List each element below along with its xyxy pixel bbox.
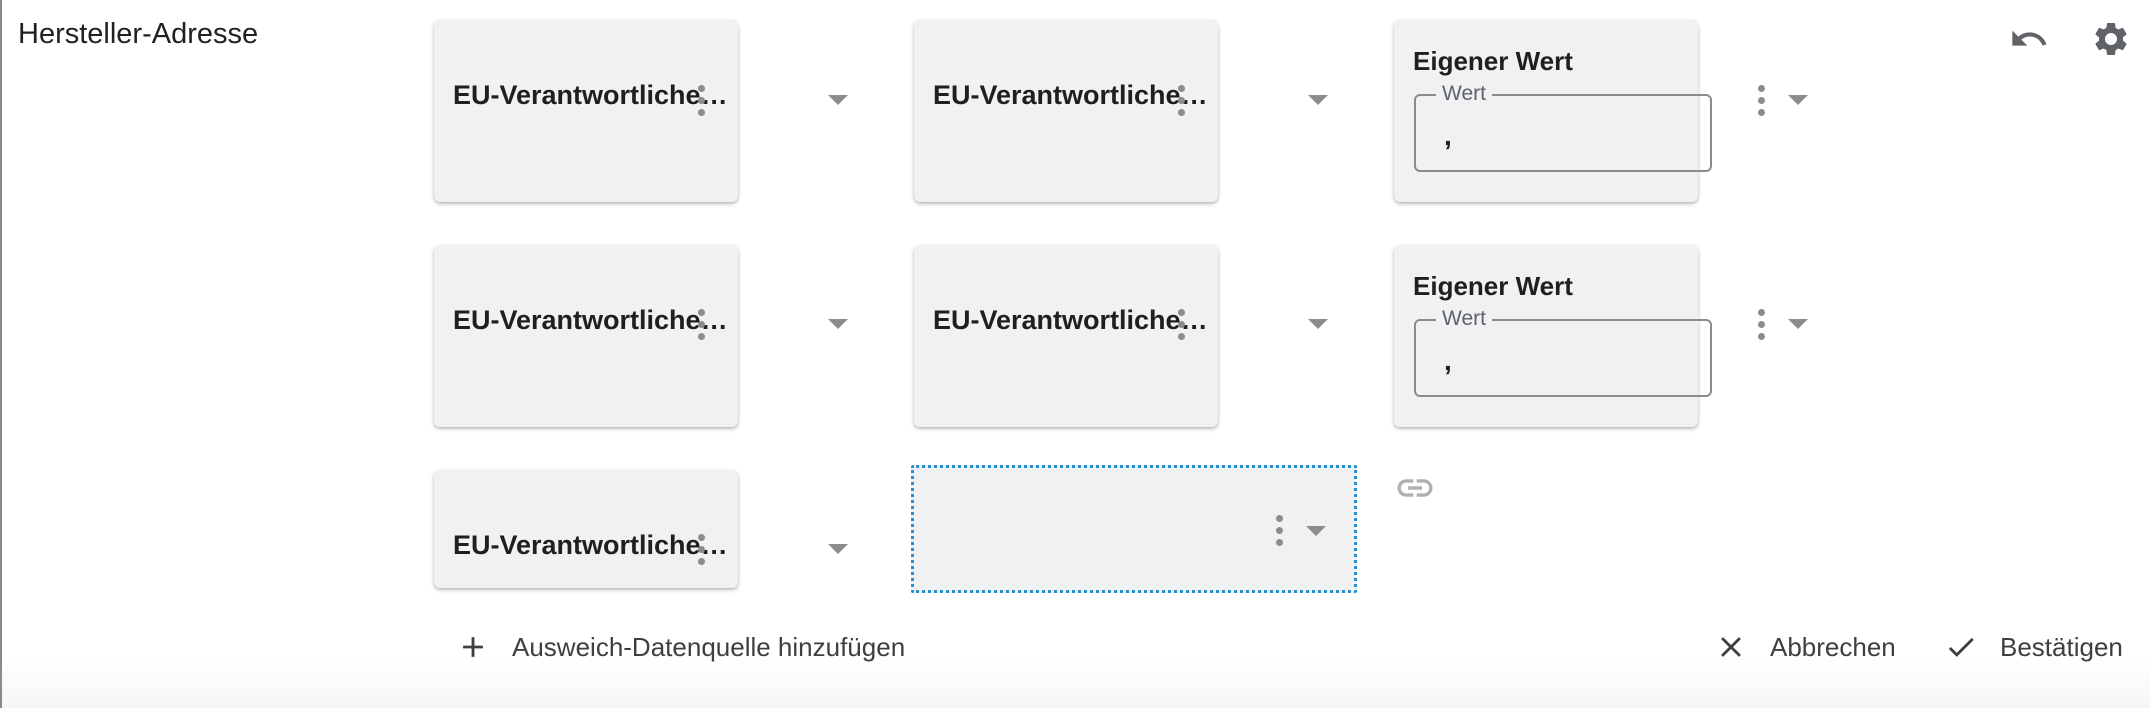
chevron-down-icon[interactable] [828, 319, 848, 329]
add-fallback-source-label: Ausweich-Datenquelle hinzufügen [512, 631, 906, 662]
source-card-country[interactable]: EU-Verantwortlicher Land [434, 470, 848, 588]
bottom-fade [2, 658, 2150, 708]
settings-button[interactable] [2090, 18, 2132, 60]
custom-value-card[interactable]: Eigener Wert Wert , [1394, 245, 1808, 427]
chevron-down-icon[interactable] [1308, 319, 1328, 329]
custom-value-field[interactable]: Wert , [1414, 307, 1712, 397]
more-vert-icon[interactable] [1171, 80, 1191, 120]
more-vert-icon[interactable] [691, 304, 711, 344]
field-value: , [1444, 120, 1452, 151]
undo-icon [2012, 30, 2047, 46]
check-icon [1948, 637, 1974, 657]
field-label: Wert [1436, 82, 1492, 106]
chevron-down-icon[interactable] [1308, 95, 1328, 105]
confirm-button[interactable]: Bestätigen [1944, 630, 2123, 664]
empty-drop-slot[interactable] [911, 465, 1357, 593]
link-icon[interactable] [1394, 474, 1436, 502]
close-icon [1721, 637, 1741, 657]
custom-value-card[interactable]: Eigener Wert Wert , [1394, 20, 1808, 202]
cancel-button[interactable]: Abbrechen [1714, 630, 1896, 664]
undo-button[interactable] [2008, 18, 2050, 60]
source-card-zip[interactable]: EU-Verantwortlicher PLZ [434, 245, 848, 427]
chevron-down-icon[interactable] [1788, 319, 1808, 329]
more-vert-icon[interactable] [1751, 304, 1771, 344]
chevron-down-icon[interactable] [828, 544, 848, 554]
source-card-housenumber[interactable]: EU-Verantwortlicher Hausnummer [914, 20, 1328, 202]
cancel-label: Abbrechen [1770, 631, 1896, 662]
chevron-down-icon[interactable] [828, 95, 848, 105]
source-card-street[interactable]: EU-Verantwortlicher Straße [434, 20, 848, 202]
chevron-down-icon[interactable] [1788, 95, 1808, 105]
plus-icon [463, 637, 483, 657]
page-title: Hersteller-Adresse [18, 18, 259, 50]
more-vert-icon[interactable] [691, 80, 711, 120]
field-label: Wert [1436, 307, 1492, 331]
gear-icon [2095, 23, 2127, 55]
more-vert-icon[interactable] [1171, 304, 1191, 344]
field-value: , [1444, 345, 1452, 376]
source-card-city[interactable]: EU-Verantwortlicher Ort [914, 245, 1328, 427]
add-fallback-source-button[interactable]: Ausweich-Datenquelle hinzufügen [456, 630, 905, 664]
custom-value-title: Eigener Wert [1413, 271, 1573, 301]
more-vert-icon[interactable] [1751, 80, 1771, 120]
custom-value-field[interactable]: Wert , [1414, 82, 1712, 172]
top-actions [2008, 18, 2132, 60]
chevron-down-icon[interactable] [1306, 526, 1326, 536]
confirm-label: Bestätigen [2000, 631, 2123, 662]
more-vert-icon[interactable] [1269, 510, 1289, 550]
more-vert-icon[interactable] [691, 529, 711, 569]
custom-value-title: Eigener Wert [1413, 46, 1573, 76]
